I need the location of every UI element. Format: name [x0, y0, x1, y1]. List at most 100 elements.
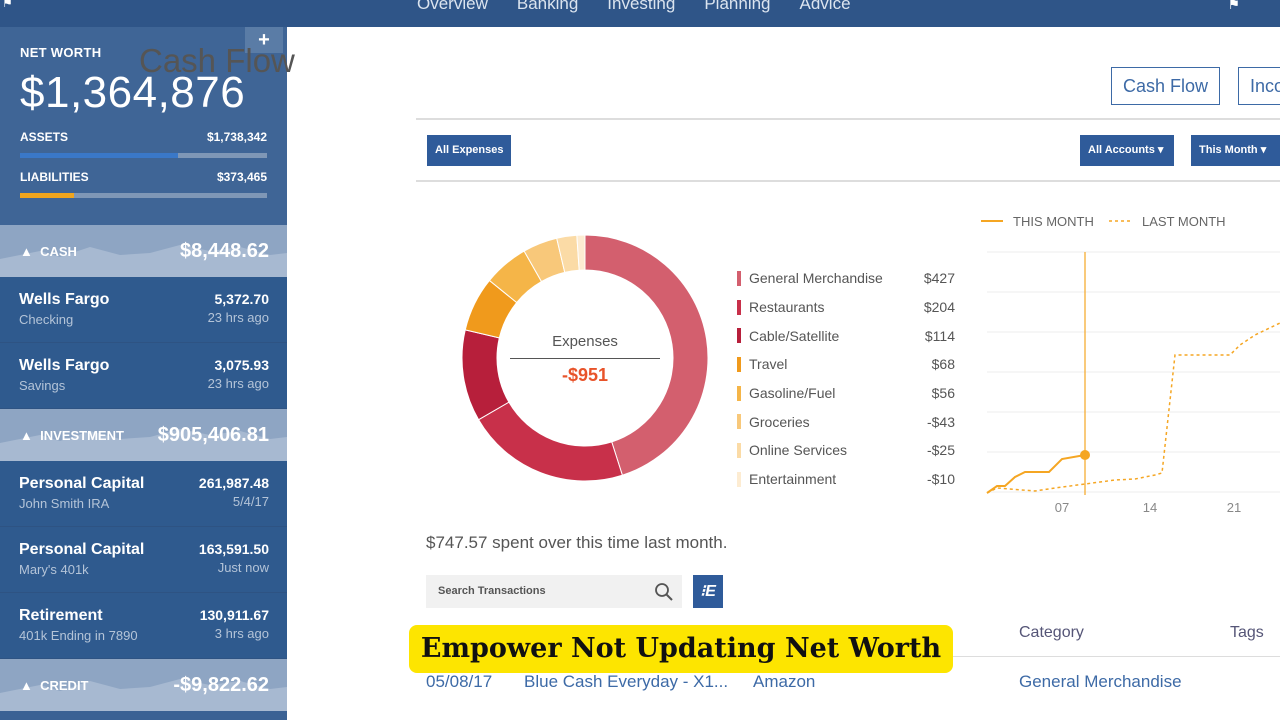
edit-list-button[interactable]: ⁝E: [693, 575, 723, 608]
legend-item[interactable]: Groceries -$43: [737, 407, 955, 436]
page-title: Cash Flow: [139, 42, 295, 79]
account-item[interactable]: Personal Capital Mary's 401k 163,591.50 Jus…: [0, 527, 287, 593]
donut-slice[interactable]: [477, 401, 623, 482]
section-title: ▲ INVESTMENT: [20, 427, 124, 443]
row-merchant[interactable]: Amazon: [753, 672, 815, 692]
spending-line-chart: THIS MONTH LAST MONTH 07 14 21: [981, 214, 1280, 515]
account-item[interactable]: Personal Capital John Smith IRA 261,987.48…: [0, 461, 287, 527]
donut-label: Expenses: [510, 333, 660, 359]
account-name: Wells Fargo: [19, 291, 110, 308]
row-description[interactable]: Blue Cash Everyday - X1...: [524, 672, 728, 692]
accounts-dropdown-label: All Accounts: [1088, 144, 1155, 156]
x-tick: 14: [1143, 500, 1157, 515]
category-name: Cable/Satellite: [749, 327, 840, 344]
flag-icon[interactable]: ⚑: [1227, 0, 1240, 13]
legend-item[interactable]: General Merchandise $427: [737, 264, 955, 293]
category-name: Gasoline/Fuel: [749, 385, 836, 402]
nav-planning[interactable]: Planning: [704, 0, 770, 14]
category-amount: $68: [931, 356, 955, 373]
legend-swatch: [737, 442, 741, 458]
search-transactions-input[interactable]: Search Transactions: [426, 575, 682, 608]
legend-item[interactable]: Gasoline/Fuel $56: [737, 379, 955, 408]
legend-item[interactable]: Cable/Satellite $114: [737, 321, 955, 350]
account-balance: 261,987.48: [198, 475, 269, 491]
legend-swatch: [737, 270, 741, 286]
category-amount: -$10: [926, 471, 955, 488]
donut-slice[interactable]: [461, 329, 510, 421]
account-item[interactable]: Wells Fargo Savings 3,075.93 23 hrs ago: [0, 343, 287, 409]
nav-overview[interactable]: Overview: [417, 0, 488, 14]
account-item[interactable]: Retirement 401k Ending in 7890 130,911.67 3…: [0, 593, 287, 659]
legend-item[interactable]: Restaurants $204: [737, 293, 955, 322]
section-credit[interactable]: ▲ CREDIT -$9,822.62: [0, 659, 287, 711]
search-icon[interactable]: [654, 582, 674, 602]
tab-cash-flow[interactable]: Cash Flow: [1111, 67, 1221, 105]
divider: [416, 118, 1280, 120]
donut-center: Expenses -$951: [510, 333, 660, 386]
donut-total: -$951: [561, 365, 609, 385]
category-amount: $56: [931, 385, 955, 402]
category-amount: $204: [923, 299, 955, 316]
section-total: $8,448.62: [180, 239, 269, 262]
collapse-icon: ▲: [20, 427, 33, 443]
category-amount: -$25: [926, 442, 955, 459]
title-banner: Empower Not Updating Net Worth: [409, 625, 953, 673]
account-item[interactable]: Wells Fargo Checking 5,372.70 23 hrs ago: [0, 277, 287, 343]
legend-item[interactable]: Entertainment -$10: [737, 465, 955, 494]
account-updated: 3 hrs ago: [214, 626, 269, 641]
category-name: Restaurants: [749, 299, 825, 316]
assets-bar: [20, 153, 267, 158]
tab-income[interactable]: Inco: [1238, 67, 1280, 105]
category-name: Travel: [749, 356, 788, 373]
caret-down-icon: ▾: [1157, 144, 1164, 156]
section-title: ▲ CREDIT: [20, 677, 89, 693]
legend-swatch: [737, 356, 741, 372]
liabilities-value: $373,465: [216, 170, 267, 184]
account-balance: 163,591.50: [198, 541, 269, 557]
row-category[interactable]: General Merchandise: [1019, 672, 1182, 692]
row-date[interactable]: 05/08/17: [426, 672, 492, 692]
account-sub: John Smith IRA: [19, 496, 110, 511]
x-tick: 21: [1227, 500, 1241, 515]
liabilities-label: LIABILITIES: [20, 170, 89, 184]
collapse-icon: ▲: [20, 677, 33, 693]
period-dropdown[interactable]: This Month ▾: [1191, 135, 1280, 166]
column-tags[interactable]: Tags: [1230, 624, 1264, 642]
section-total: -$9,822.62: [173, 673, 269, 696]
x-tick: 07: [1055, 500, 1069, 515]
category-name: General Merchandise: [749, 270, 883, 287]
legend-swatch: [737, 414, 741, 430]
section-investment[interactable]: ▲ INVESTMENT $905,406.81: [0, 409, 287, 461]
nav-banking[interactable]: Banking: [517, 0, 578, 14]
account-sub: Savings: [19, 378, 66, 393]
nav-investing[interactable]: Investing: [607, 0, 675, 14]
top-nav: ⚑ Overview Banking Investing Planning Ad…: [0, 0, 1280, 27]
logo-icon[interactable]: ⚑: [2, 0, 13, 10]
account-sub: Mary's 401k: [19, 562, 89, 577]
accounts-dropdown[interactable]: All Accounts ▾: [1080, 135, 1174, 166]
legend-last-month: LAST MONTH: [1142, 214, 1226, 229]
account-name: Retirement: [19, 607, 103, 624]
period-dropdown-label: This Month: [1199, 144, 1258, 156]
legend-swatch: [737, 471, 741, 487]
section-title: ▲ CASH: [20, 243, 77, 259]
category-name: Groceries: [749, 413, 810, 430]
column-category[interactable]: Category: [1019, 624, 1084, 642]
legend-item[interactable]: Online Services -$25: [737, 436, 955, 465]
category-amount: -$43: [926, 413, 955, 430]
category-amount: $114: [924, 327, 955, 344]
collapse-icon: ▲: [20, 243, 33, 259]
category-amount: $427: [923, 270, 955, 287]
account-updated: 23 hrs ago: [207, 310, 269, 325]
section-cash[interactable]: ▲ CASH $8,448.62: [0, 225, 287, 277]
all-expenses-button[interactable]: All Expenses: [427, 135, 512, 166]
last-month-comparison: $747.57 spent over this time last month.: [426, 533, 728, 552]
nav-advice[interactable]: Advice: [800, 0, 851, 14]
last-month-line: [986, 322, 1280, 494]
this-month-line: [986, 454, 1086, 494]
legend-item[interactable]: Travel $68: [737, 350, 955, 379]
caret-down-icon: ▾: [1260, 144, 1267, 156]
sidebar: + NET WORTH $1,364,876 ASSETS $1,738,342 …: [0, 27, 287, 720]
account-updated: 5/4/17: [232, 494, 269, 509]
account-name: Wells Fargo: [19, 357, 110, 374]
